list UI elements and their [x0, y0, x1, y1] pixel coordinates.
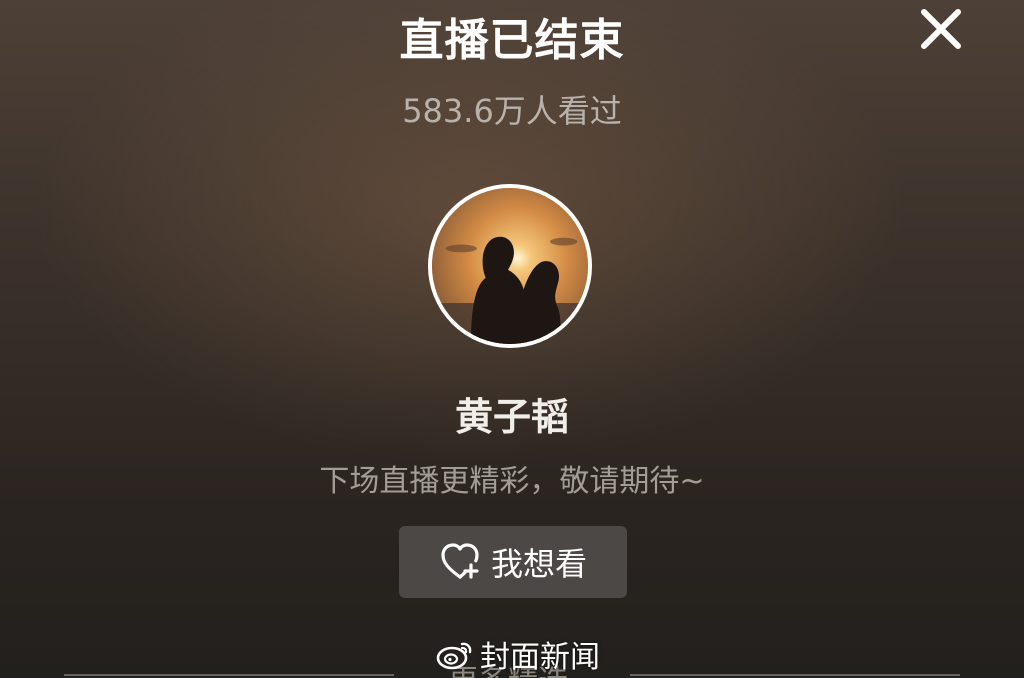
close-icon: [921, 9, 961, 49]
want-to-watch-button[interactable]: 我想看: [399, 526, 627, 598]
heart-plus-icon: [441, 543, 479, 579]
divider-right: [630, 674, 960, 676]
divider-left: [64, 674, 394, 676]
avatar[interactable]: [428, 184, 592, 348]
streamer-name: 黄子韬: [454, 395, 569, 439]
weibo-icon: [436, 642, 472, 670]
viewer-count: 583.6万人看过: [402, 92, 622, 130]
close-button[interactable]: [918, 6, 964, 52]
page-title: 直播已结束: [399, 15, 625, 66]
want-to-watch-label: 我想看: [490, 545, 587, 583]
live-ended-screen: 直播已结束 583.6万人看过 黄子韬 下场直播更精彩，敬请期待~ 我想看 封面…: [0, 0, 1024, 678]
next-stream-notice: 下场直播更精彩，敬请期待~: [319, 464, 705, 499]
avatar-image: [432, 188, 588, 344]
watermark: 封面新闻: [436, 632, 600, 676]
watermark-text: 封面新闻: [480, 640, 600, 675]
